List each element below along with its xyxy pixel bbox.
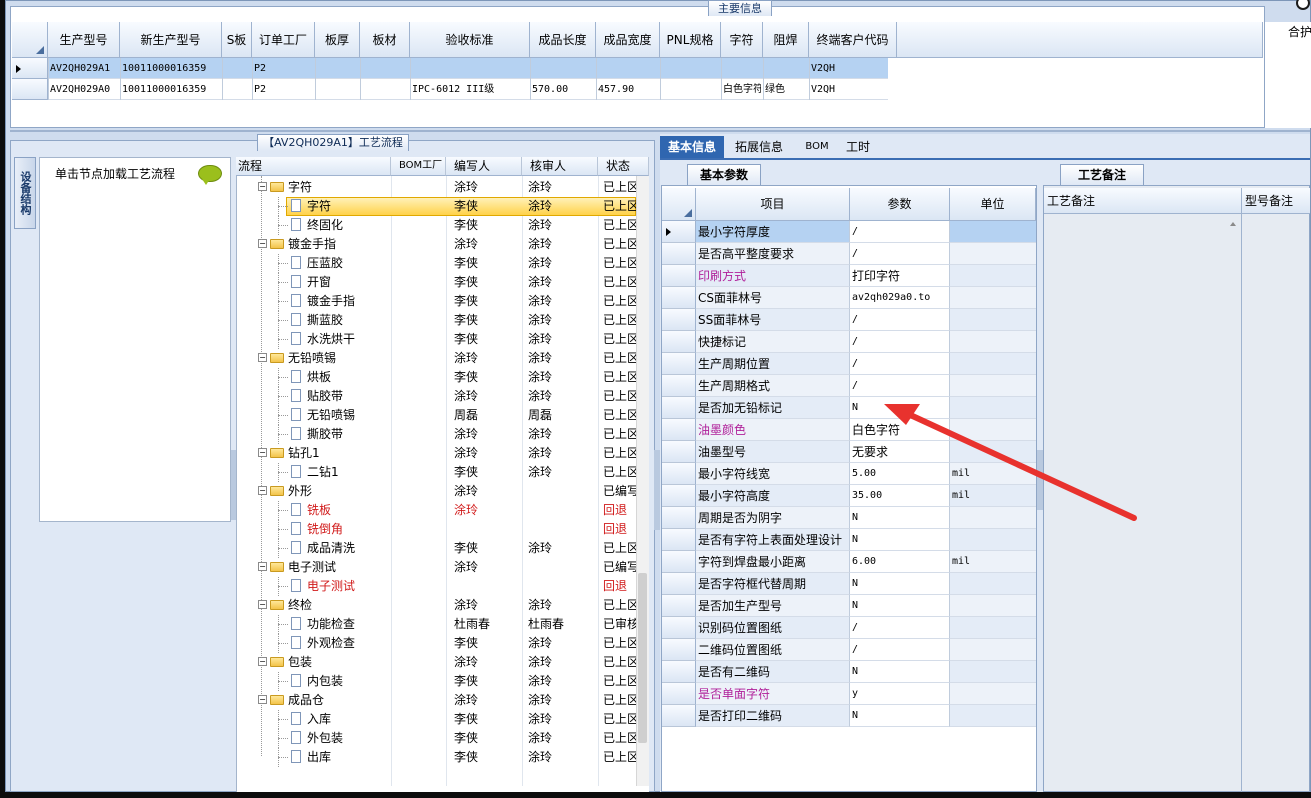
annotation-arrow-line [903,410,1137,521]
annotation-arrow [884,404,1137,521]
